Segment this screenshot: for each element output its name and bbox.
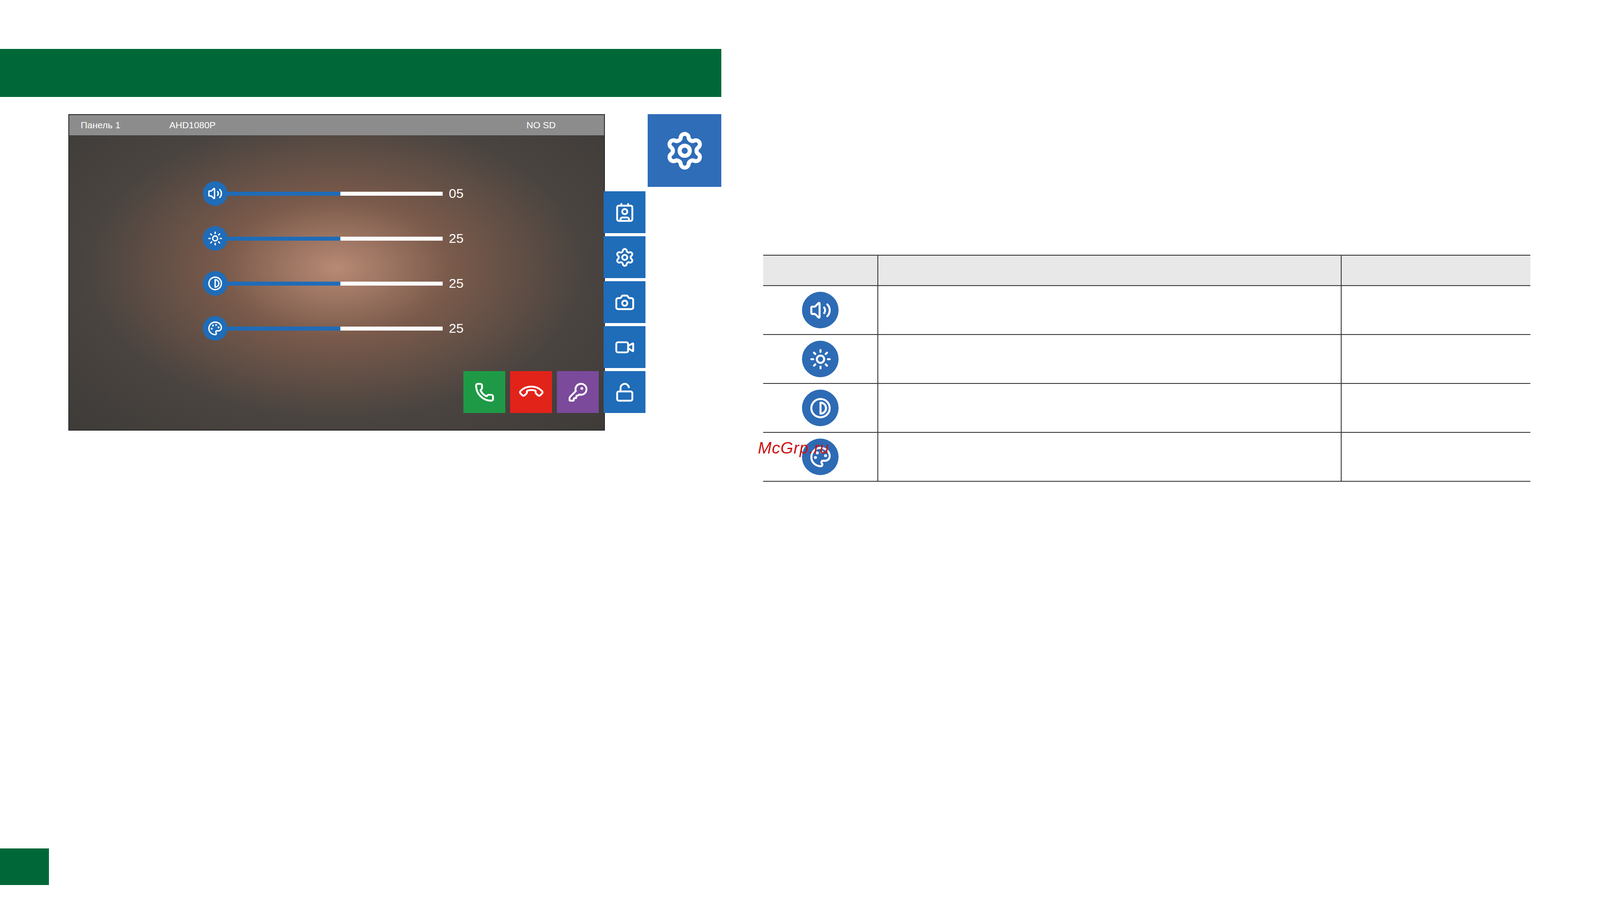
contacts-button[interactable]: [603, 191, 646, 234]
slider-fill: [215, 281, 341, 286]
video-label: AHD1080P: [169, 119, 527, 131]
table-icon-cell: [763, 384, 878, 433]
table-value-cell: [1340, 286, 1531, 336]
gear-icon: [664, 130, 705, 172]
unlock-button[interactable]: [603, 371, 646, 414]
table-icon-badge: [801, 340, 839, 378]
table-icon-cell: [763, 335, 878, 385]
key-icon: [567, 382, 589, 403]
record-icon: [614, 337, 635, 358]
table-header-cell: [1340, 255, 1531, 287]
table-header-cell: [877, 255, 1341, 287]
table-wrap: McGrp.ru: [763, 254, 1531, 482]
status-bar: Панель 1AHD1080PNO SD: [69, 115, 605, 136]
slider-row: 05: [202, 171, 464, 217]
slider-track[interactable]: [215, 281, 443, 286]
slider-knob[interactable]: [202, 226, 228, 251]
table-header-cell: [763, 255, 878, 287]
table-icon-cell: [763, 286, 878, 336]
slider-knob[interactable]: [202, 181, 228, 206]
color-icon: [207, 320, 223, 336]
unlock-icon: [614, 382, 635, 403]
slider-reading: 05: [448, 185, 464, 202]
settings-icon: [614, 247, 635, 268]
right-column: McGrp.ru: [721, 0, 1600, 849]
snapshot-button[interactable]: [603, 281, 646, 324]
table-description-cell: [877, 432, 1341, 482]
watermark: McGrp.ru: [757, 439, 830, 458]
slider-track[interactable]: [215, 191, 443, 196]
table-value-cell: [1340, 432, 1531, 482]
answer-icon: [474, 382, 495, 403]
record-button[interactable]: [603, 326, 646, 369]
slider-fill: [215, 326, 341, 331]
slider-fill: [215, 236, 341, 241]
page-footer: [0, 848, 1600, 886]
settings-table: [763, 254, 1531, 482]
table-value-cell: [1340, 384, 1531, 433]
slider-knob[interactable]: [202, 271, 228, 296]
brightness-icon: [207, 231, 223, 247]
table-icon-badge: [801, 291, 839, 329]
volume-icon: [207, 186, 223, 202]
slider-reading: 25: [448, 275, 464, 292]
hangup-button[interactable]: [510, 371, 552, 414]
manual-page: Панель 1AHD1080PNO SD 05 25 25 25 McGrp.ru: [0, 0, 1600, 900]
slider-row: 25: [202, 216, 464, 262]
answer-button[interactable]: [463, 371, 506, 414]
settings-section-tile: [647, 114, 722, 187]
page-body: Панель 1AHD1080PNO SD 05 25 25 25 McGrp.ru: [0, 0, 1600, 849]
section-header-bar: [0, 48, 722, 97]
hangup-icon: [516, 377, 546, 407]
contacts-icon: [614, 202, 635, 223]
contrast-icon: [809, 397, 832, 420]
slider-list: 05 25 25 25: [69, 135, 464, 430]
contrast-icon: [207, 275, 223, 291]
brightness-icon: [809, 348, 832, 371]
device-screenshot: Панель 1AHD1080PNO SD 05 25 25 25: [68, 114, 605, 431]
page-number-block: [0, 848, 49, 886]
slider-reading: 25: [448, 230, 464, 247]
table-icon-badge: [801, 389, 839, 427]
key-button[interactable]: [556, 371, 599, 414]
slider-track[interactable]: [215, 326, 443, 331]
volume-icon: [809, 299, 832, 322]
slider-fill: [215, 191, 341, 196]
table-description-cell: [877, 335, 1341, 385]
slider-row: 25: [202, 261, 464, 306]
slider-reading: 25: [448, 320, 464, 337]
table-description-cell: [877, 286, 1341, 336]
content-row: Панель 1AHD1080PNO SD 05 25 25 25: [0, 114, 722, 431]
settings-button[interactable]: [603, 236, 646, 279]
panel-label: Панель 1: [80, 119, 170, 131]
slider-knob[interactable]: [202, 316, 228, 341]
storage-label: NO SD: [526, 119, 605, 131]
table-value-cell: [1340, 335, 1531, 385]
call-button-row: [463, 371, 646, 414]
snapshot-icon: [614, 292, 635, 313]
left-column: Панель 1AHD1080PNO SD 05 25 25 25: [0, 0, 722, 849]
table-description-cell: [877, 384, 1341, 433]
screen-buttons: [463, 135, 666, 430]
camera-view: 05 25 25 25: [69, 135, 605, 430]
slider-track[interactable]: [215, 236, 443, 241]
slider-row: 25: [202, 305, 464, 351]
